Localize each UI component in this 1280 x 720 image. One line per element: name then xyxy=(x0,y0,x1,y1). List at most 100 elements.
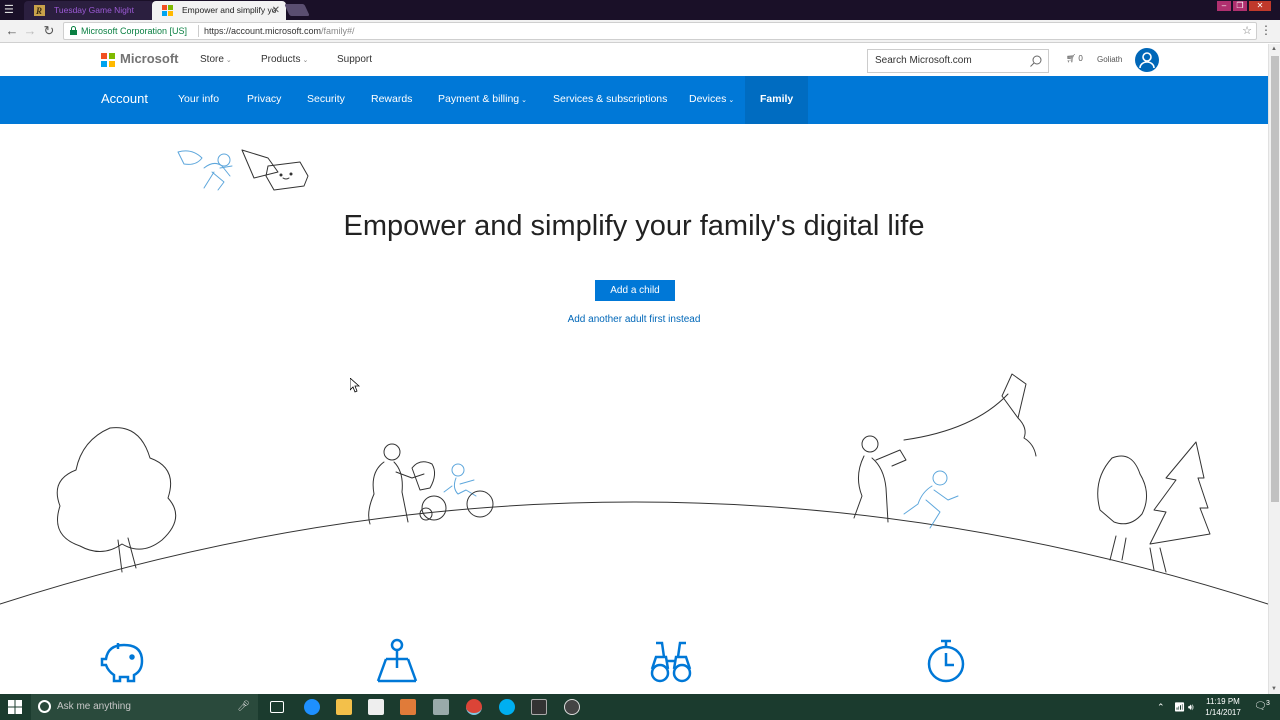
security-label: Microsoft Corporation [US] xyxy=(81,26,188,36)
close-window-icon[interactable]: ✕ xyxy=(1249,1,1271,11)
search-icon[interactable] xyxy=(1030,55,1042,67)
window-menu-icon[interactable]: ☰ xyxy=(4,3,14,16)
url-path: /family#/ xyxy=(321,26,355,36)
address-bar-row: ← → ↻ Microsoft Corporation [US] https:/… xyxy=(0,20,1280,43)
chevron-down-icon: ⌄ xyxy=(225,57,232,64)
close-tab-icon[interactable]: ✕ xyxy=(272,1,280,20)
nav-family[interactable]: Family xyxy=(745,76,809,124)
microsoft-favicon-icon xyxy=(162,5,173,16)
notification-center-icon[interactable]: 🗨︎ xyxy=(1254,694,1267,720)
account-home-link[interactable]: Account xyxy=(101,76,148,124)
left-tree-illustration xyxy=(56,427,177,573)
browser-menu-icon[interactable]: ⋮ xyxy=(1260,23,1272,37)
nav-payment-billing-label: Payment & billing xyxy=(438,93,520,105)
cortana-placeholder: Ask me anything xyxy=(57,701,131,712)
app-icon[interactable] xyxy=(433,699,449,715)
task-view-icon[interactable] xyxy=(270,701,284,713)
add-child-button[interactable]: Add a child xyxy=(595,280,675,301)
nav-support[interactable]: Support xyxy=(337,54,372,65)
url-text[interactable]: https://account.microsoft.com/family#/ xyxy=(204,23,355,39)
avatar[interactable] xyxy=(1135,48,1159,72)
skype-icon[interactable] xyxy=(499,699,515,715)
terminal-icon[interactable] xyxy=(531,699,547,715)
microsoft-header: Microsoft Store ⌄ Products ⌄ Support Searc… xyxy=(0,44,1268,76)
nav-store[interactable]: Store ⌄ xyxy=(200,54,232,65)
cortana-search-input[interactable]: Ask me anything 🎤︎ xyxy=(31,694,258,720)
scroll-thumb[interactable] xyxy=(1271,56,1279,502)
cardboard-box-illustration xyxy=(241,149,309,191)
url-host: https://account.microsoft.com xyxy=(204,26,322,36)
cortana-icon xyxy=(38,700,51,713)
chevron-down-icon: ⌄ xyxy=(521,97,527,104)
chrome-icon[interactable] xyxy=(466,699,482,715)
browser-tab-strip: ☰ R Tuesday Game Night Empower and simpl… xyxy=(0,0,1280,20)
account-nav: Account Your info Privacy Security Rewar… xyxy=(0,76,1268,124)
add-adult-link[interactable]: Add another adult first instead xyxy=(0,314,1268,325)
new-tab-button[interactable] xyxy=(284,4,310,16)
store-icon[interactable] xyxy=(368,699,384,715)
nav-privacy[interactable]: Privacy xyxy=(247,76,281,124)
running-kid-illustration xyxy=(903,470,959,529)
forward-icon[interactable]: → xyxy=(21,22,39,40)
nav-payment-billing[interactable]: Payment & billing ⌄ xyxy=(438,76,527,124)
user-icon xyxy=(1139,52,1155,69)
back-icon[interactable]: ← xyxy=(3,22,21,40)
nav-your-info[interactable]: Your info xyxy=(178,76,219,124)
superhero-kid-illustration xyxy=(177,150,233,191)
kite-flyer-illustration xyxy=(853,435,907,523)
kite-illustration xyxy=(903,373,1037,457)
browser-tab-active[interactable]: Empower and simplify yo ✕ xyxy=(152,1,286,20)
piggy-bank-icon xyxy=(100,643,144,683)
windows-taskbar: Ask me anything 🎤︎ ⌃ 📶︎ 🔊︎ 11:19 PM 1/14… xyxy=(0,694,1280,720)
cart-icon: 🛒︎ xyxy=(1066,54,1077,63)
scroll-down-icon[interactable]: ▼ xyxy=(1271,686,1277,692)
clock-date: 1/14/2017 xyxy=(1205,708,1241,717)
tab-favicon-icon: R xyxy=(34,5,45,16)
map-pin-icon xyxy=(376,638,418,683)
divider xyxy=(198,25,199,37)
nav-store-label: Store xyxy=(200,54,224,65)
tray-chevron-icon[interactable]: ⌃ xyxy=(1157,694,1165,720)
chevron-down-icon: ⌄ xyxy=(302,57,309,64)
minimize-icon[interactable]: – xyxy=(1217,1,1231,11)
nav-security[interactable]: Security xyxy=(307,76,345,124)
file-explorer-icon[interactable] xyxy=(336,699,352,715)
svg-text:R: R xyxy=(35,6,42,16)
bookmark-star-icon[interactable]: ☆ xyxy=(1242,23,1252,39)
search-placeholder: Search Microsoft.com xyxy=(875,55,972,66)
nav-services-subscriptions[interactable]: Services & subscriptions xyxy=(553,76,667,124)
reload-icon[interactable]: ↻ xyxy=(40,22,58,40)
taskbar-clock[interactable]: 11:19 PM 1/14/2017 xyxy=(1200,696,1246,718)
stopwatch-icon xyxy=(927,639,965,683)
restore-icon[interactable]: ❐ xyxy=(1233,1,1247,11)
username[interactable]: Goliath xyxy=(1097,55,1122,64)
nav-products-label: Products xyxy=(261,54,301,65)
omnibox[interactable]: Microsoft Corporation [US] https://accou… xyxy=(63,22,1257,40)
network-icon[interactable]: 📶︎ xyxy=(1174,694,1185,720)
bike-kid-illustration xyxy=(443,463,477,497)
chevron-down-icon: ⌄ xyxy=(728,97,735,104)
browser-tab-inactive[interactable]: R Tuesday Game Night xyxy=(24,1,154,20)
microsoft-wordmark[interactable]: Microsoft xyxy=(120,51,179,66)
cart-button[interactable]: 🛒︎ 0 xyxy=(1066,54,1083,63)
hill-line xyxy=(0,501,1268,605)
windows-start-icon[interactable] xyxy=(8,700,22,714)
media-player-icon[interactable] xyxy=(400,699,416,715)
edge-browser-icon[interactable] xyxy=(304,699,320,715)
nav-support-label: Support xyxy=(337,54,373,65)
page-scrollbar[interactable]: ▲ ▼ xyxy=(1268,44,1280,694)
obs-icon[interactable] xyxy=(564,699,580,715)
tab-title: Empower and simplify yo xyxy=(182,5,277,15)
volume-icon[interactable]: 🔊︎ xyxy=(1188,694,1194,720)
nav-products[interactable]: Products ⌄ xyxy=(261,54,308,65)
search-input[interactable]: Search Microsoft.com xyxy=(867,49,1049,73)
nav-devices[interactable]: Devices ⌄ xyxy=(689,76,734,124)
microsoft-logo-icon[interactable] xyxy=(101,53,115,67)
page-title: Empower and simplify your family's digit… xyxy=(343,210,925,242)
mouse-cursor-icon xyxy=(350,378,360,393)
nav-rewards[interactable]: Rewards xyxy=(371,76,412,124)
binoculars-icon xyxy=(650,641,692,683)
notification-count: 3 xyxy=(1266,700,1270,707)
microphone-icon[interactable]: 🎤︎ xyxy=(237,694,250,720)
scroll-up-icon[interactable]: ▲ xyxy=(1271,46,1277,52)
